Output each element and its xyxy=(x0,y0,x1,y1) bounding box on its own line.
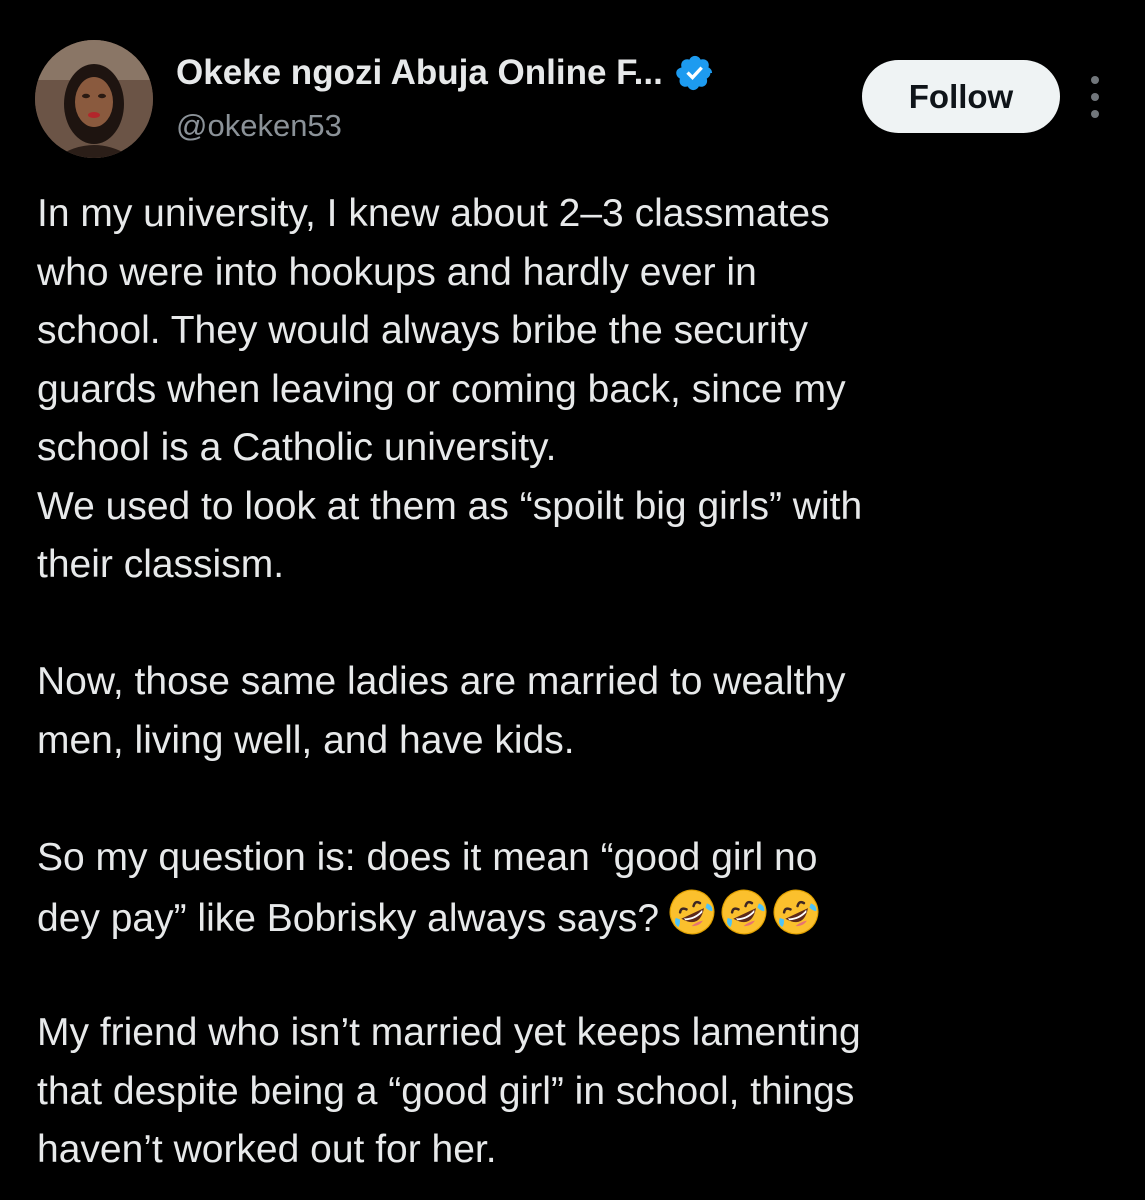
tweet-text-segment: that despite being a “good girl” in scho… xyxy=(37,1069,855,1113)
tweet-text-line: guards when leaving or coming back, sinc… xyxy=(37,361,1127,420)
tweet-text-line: We used to look at them as “spoilt big g… xyxy=(37,478,1127,537)
author-display-name[interactable]: Okeke ngozi Abuja Online F... xyxy=(176,53,663,93)
dot xyxy=(1091,76,1099,84)
tweet-text-segment: their classism. xyxy=(37,543,285,586)
tweet-text-segment: haven’t worked out for her. xyxy=(37,1128,497,1171)
tweet-text-segment: men, living well, and have kids. xyxy=(37,718,575,762)
tweet-text-segment: In my university, I knew about 2–3 class… xyxy=(37,192,830,235)
avatar[interactable] xyxy=(35,40,153,158)
tweet-text-segment: We used to look at them as “spoilt big g… xyxy=(37,484,863,528)
tweet-text-segment: Now, those same ladies are married to we… xyxy=(37,660,846,703)
tweet-text-line: men, living well, and have kids. xyxy=(37,712,1127,771)
tweet-text-segment: who were into hookups and hardly ever in xyxy=(37,250,757,294)
tweet-text-line: Now, those same ladies are married to we… xyxy=(37,653,1127,712)
rolling-on-floor-laughing-emoji-icon xyxy=(771,887,821,937)
tweet-text-segment: So my question is: does it mean “good gi… xyxy=(37,835,818,879)
tweet-text-line: My friend who isn’t married yet keeps la… xyxy=(37,1004,1127,1063)
tweet-text-line: In my university, I knew about 2–3 class… xyxy=(37,185,1127,244)
tweet-text-line: their classism. xyxy=(37,536,1127,595)
tweet-text-line: dey pay” like Bobrisky always says? xyxy=(37,887,1127,946)
more-options-icon[interactable] xyxy=(1082,72,1108,122)
tweet-text-line: that despite being a “good girl” in scho… xyxy=(37,1063,1127,1122)
tweet-text-line: school is a Catholic university. xyxy=(37,419,1127,478)
tweet-text-line: who were into hookups and hardly ever in xyxy=(37,244,1127,303)
rolling-on-floor-laughing-emoji-icon xyxy=(667,887,717,937)
paragraph-break xyxy=(37,946,1127,1005)
author-name-row: Okeke ngozi Abuja Online F... xyxy=(176,48,715,98)
tweet-text-segment: My friend who isn’t married yet keeps la… xyxy=(37,1011,861,1054)
author-handle[interactable]: @okeken53 xyxy=(176,108,342,144)
emoji-group xyxy=(667,887,823,937)
tweet-text-line: school. They would always bribe the secu… xyxy=(37,302,1127,361)
paragraph-break xyxy=(37,595,1127,654)
tweet-text-segment: school. They would always bribe the secu… xyxy=(37,309,808,352)
paragraph-break xyxy=(37,770,1127,829)
tweet-text: In my university, I knew about 2–3 class… xyxy=(37,185,1127,1180)
follow-button[interactable]: Follow xyxy=(862,60,1060,133)
tweet-text-line: haven’t worked out for her. xyxy=(37,1121,1127,1180)
rolling-on-floor-laughing-emoji-icon xyxy=(719,887,769,937)
tweet-text-line: So my question is: does it mean “good gi… xyxy=(37,829,1127,888)
tweet-card: Okeke ngozi Abuja Online F... @okeken53 … xyxy=(0,0,1145,1200)
dot xyxy=(1091,93,1099,101)
dot xyxy=(1091,110,1099,118)
tweet-text-segment: school is a Catholic university. xyxy=(37,426,557,469)
verified-badge-icon xyxy=(676,55,712,91)
profile-photo-icon xyxy=(35,40,153,158)
tweet-text-segment: guards when leaving or coming back, sinc… xyxy=(37,367,846,411)
tweet-text-segment: dey pay” like Bobrisky always says? xyxy=(37,897,660,940)
